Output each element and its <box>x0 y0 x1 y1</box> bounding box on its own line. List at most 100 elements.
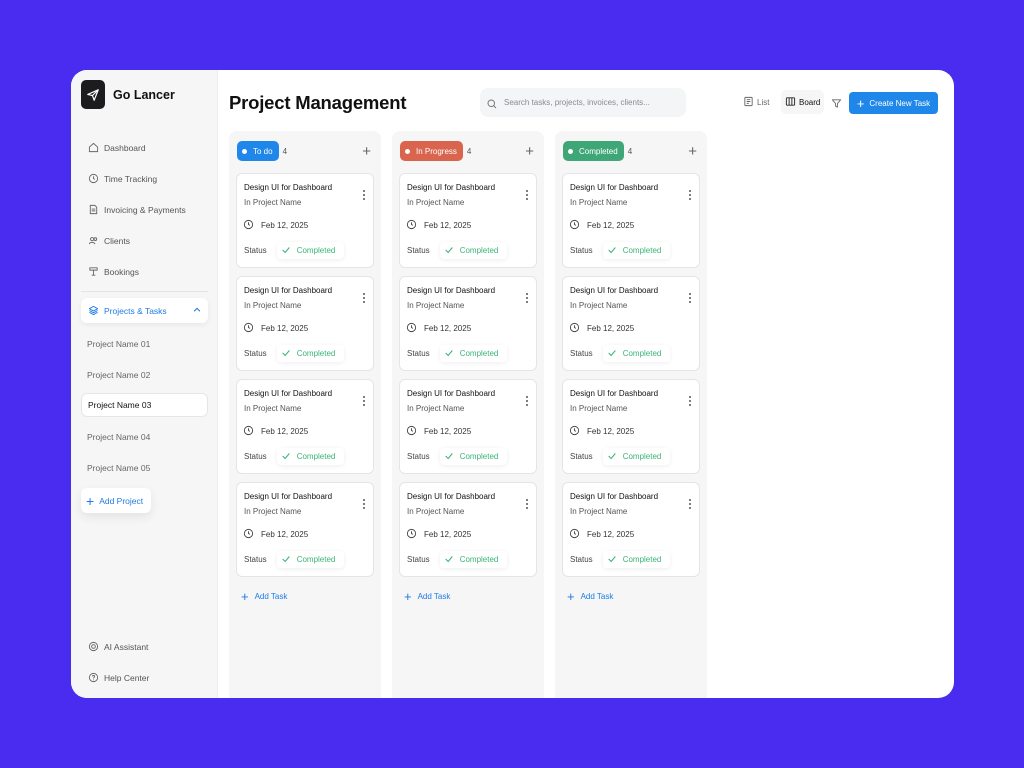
task-status: Status Completed <box>407 551 508 568</box>
column-label: Completed <box>579 146 618 156</box>
task-title: Design UI for Dashboard <box>407 286 496 295</box>
brand[interactable]: Go Lancer <box>81 80 175 109</box>
more-options-icon[interactable] <box>526 190 529 202</box>
task-date-text: Feb 12, 2025 <box>261 427 309 436</box>
task-card[interactable]: Design UI for Dashboard In Project Name Fe… <box>399 482 537 577</box>
project-item[interactable]: Project Name 04 <box>71 421 218 452</box>
status-badge[interactable]: Completed <box>602 551 671 568</box>
more-options-icon[interactable] <box>689 396 692 408</box>
task-date-text: Feb 12, 2025 <box>587 427 635 436</box>
view-board-button[interactable]: Board <box>781 90 825 114</box>
project-item[interactable]: Project Name 01 <box>71 328 218 359</box>
status-badge[interactable]: Completed <box>276 242 345 259</box>
task-date: Feb 12, 2025 <box>243 219 308 232</box>
status-badge[interactable]: Completed <box>602 448 671 465</box>
invoice-icon <box>87 204 99 216</box>
add-task-label: Add Task <box>580 592 614 601</box>
status-badge[interactable]: Completed <box>276 448 345 465</box>
task-card[interactable]: Design UI for Dashboard In Project Name Fe… <box>236 482 374 577</box>
status-badge[interactable]: Completed <box>276 345 345 362</box>
more-options-icon[interactable] <box>689 190 692 202</box>
status-badge[interactable]: Completed <box>602 242 671 259</box>
task-date-text: Feb 12, 2025 <box>587 324 635 333</box>
sidebar-item-clients[interactable]: Clients <box>71 225 218 256</box>
project-item[interactable]: Project Name 02 <box>71 359 218 390</box>
add-project-button[interactable]: + Add Project <box>81 488 151 513</box>
column-status-pill[interactable]: In Progress <box>400 141 463 161</box>
sidebar-item-bookings[interactable]: Bookings <box>71 256 218 287</box>
task-status: Status Completed <box>244 345 345 362</box>
add-task-button[interactable]: + Add Task <box>241 590 287 603</box>
sidebar-item-dashboard[interactable]: Dashboard <box>71 132 218 163</box>
more-options-icon[interactable] <box>526 396 529 408</box>
column-status-pill[interactable]: To do <box>237 141 279 161</box>
task-card[interactable]: Design UI for Dashboard In Project Name Fe… <box>562 173 700 268</box>
sidebar-nav: Dashboard Time Tracking Invoicing & Paym… <box>71 132 218 513</box>
task-card[interactable]: Design UI for Dashboard In Project Name Fe… <box>562 276 700 371</box>
project-item-selected[interactable]: Project Name 03 <box>81 393 208 417</box>
clock-icon <box>406 322 417 335</box>
status-badge[interactable]: Completed <box>439 242 508 259</box>
task-date: Feb 12, 2025 <box>569 528 634 541</box>
status-badge[interactable]: Completed <box>602 345 671 362</box>
task-card[interactable]: Design UI for Dashboard In Project Name Fe… <box>562 482 700 577</box>
plus-icon: + <box>856 95 865 111</box>
column-add-icon[interactable]: + <box>688 144 697 159</box>
status-badge[interactable]: Completed <box>439 448 508 465</box>
task-card[interactable]: Design UI for Dashboard In Project Name Fe… <box>399 173 537 268</box>
status-value: Completed <box>459 555 499 564</box>
status-label: Status <box>570 349 593 358</box>
column-add-icon[interactable]: + <box>362 144 371 159</box>
task-status: Status Completed <box>244 551 345 568</box>
sidebar-item-projects-tasks[interactable]: Projects & Tasks <box>81 298 208 323</box>
status-label: Status <box>407 246 430 255</box>
status-badge[interactable]: Completed <box>439 345 508 362</box>
task-card[interactable]: Design UI for Dashboard In Project Name Fe… <box>399 379 537 474</box>
sidebar-item-ai-assistant[interactable]: AI Assistant <box>71 631 218 662</box>
task-date-text: Feb 12, 2025 <box>587 530 635 539</box>
clock-icon <box>569 425 580 438</box>
add-task-button[interactable]: + Add Task <box>567 590 613 603</box>
task-title: Design UI for Dashboard <box>244 492 333 501</box>
more-options-icon[interactable] <box>363 293 366 305</box>
page-title: Project Management <box>229 92 407 113</box>
status-badge[interactable]: Completed <box>439 551 508 568</box>
task-date: Feb 12, 2025 <box>569 322 634 335</box>
task-card[interactable]: Design UI for Dashboard In Project Name Fe… <box>399 276 537 371</box>
view-list-label: List <box>757 98 770 107</box>
column-add-icon[interactable]: + <box>525 144 534 159</box>
task-project: In Project Name <box>407 507 465 516</box>
search-input[interactable]: Search tasks, projects, invoices, client… <box>480 88 686 117</box>
task-card[interactable]: Design UI for Dashboard In Project Name Fe… <box>236 276 374 371</box>
column-status-pill[interactable]: Completed <box>563 141 624 161</box>
more-options-icon[interactable] <box>363 499 366 511</box>
more-options-icon[interactable] <box>526 293 529 305</box>
more-options-icon[interactable] <box>689 499 692 511</box>
search-icon <box>486 97 498 109</box>
task-title: Design UI for Dashboard <box>244 389 333 398</box>
more-options-icon[interactable] <box>363 190 366 202</box>
filter-icon[interactable] <box>831 96 842 114</box>
more-options-icon[interactable] <box>363 396 366 408</box>
task-card[interactable]: Design UI for Dashboard In Project Name Fe… <box>236 379 374 474</box>
chevron-up-icon[interactable] <box>192 305 202 317</box>
project-item[interactable]: Project Name 05 <box>71 452 218 483</box>
paper-plane-logo-icon <box>81 80 105 109</box>
task-status: Status Completed <box>570 551 671 568</box>
task-card[interactable]: Design UI for Dashboard In Project Name Fe… <box>236 173 374 268</box>
more-options-icon[interactable] <box>526 499 529 511</box>
clock-icon <box>243 425 254 438</box>
status-label: Status <box>407 452 430 461</box>
add-task-button[interactable]: + Add Task <box>404 590 450 603</box>
sidebar-item-help-center[interactable]: Help Center <box>71 662 218 693</box>
status-badge[interactable]: Completed <box>276 551 345 568</box>
task-card[interactable]: Design UI for Dashboard In Project Name Fe… <box>562 379 700 474</box>
plus-icon: + <box>404 589 412 604</box>
more-options-icon[interactable] <box>689 293 692 305</box>
board-column: In Progress 4 + Design UI for Dashboard In P… <box>392 131 544 698</box>
sidebar-item-time-tracking[interactable]: Time Tracking <box>71 163 218 194</box>
create-new-task-button[interactable]: + Create New Task <box>849 92 938 114</box>
board-column: Completed 4 + Design UI for Dashboard In Pro… <box>555 131 707 698</box>
view-list-button[interactable]: List <box>743 96 769 109</box>
sidebar-item-invoicing[interactable]: Invoicing & Payments <box>71 194 218 225</box>
